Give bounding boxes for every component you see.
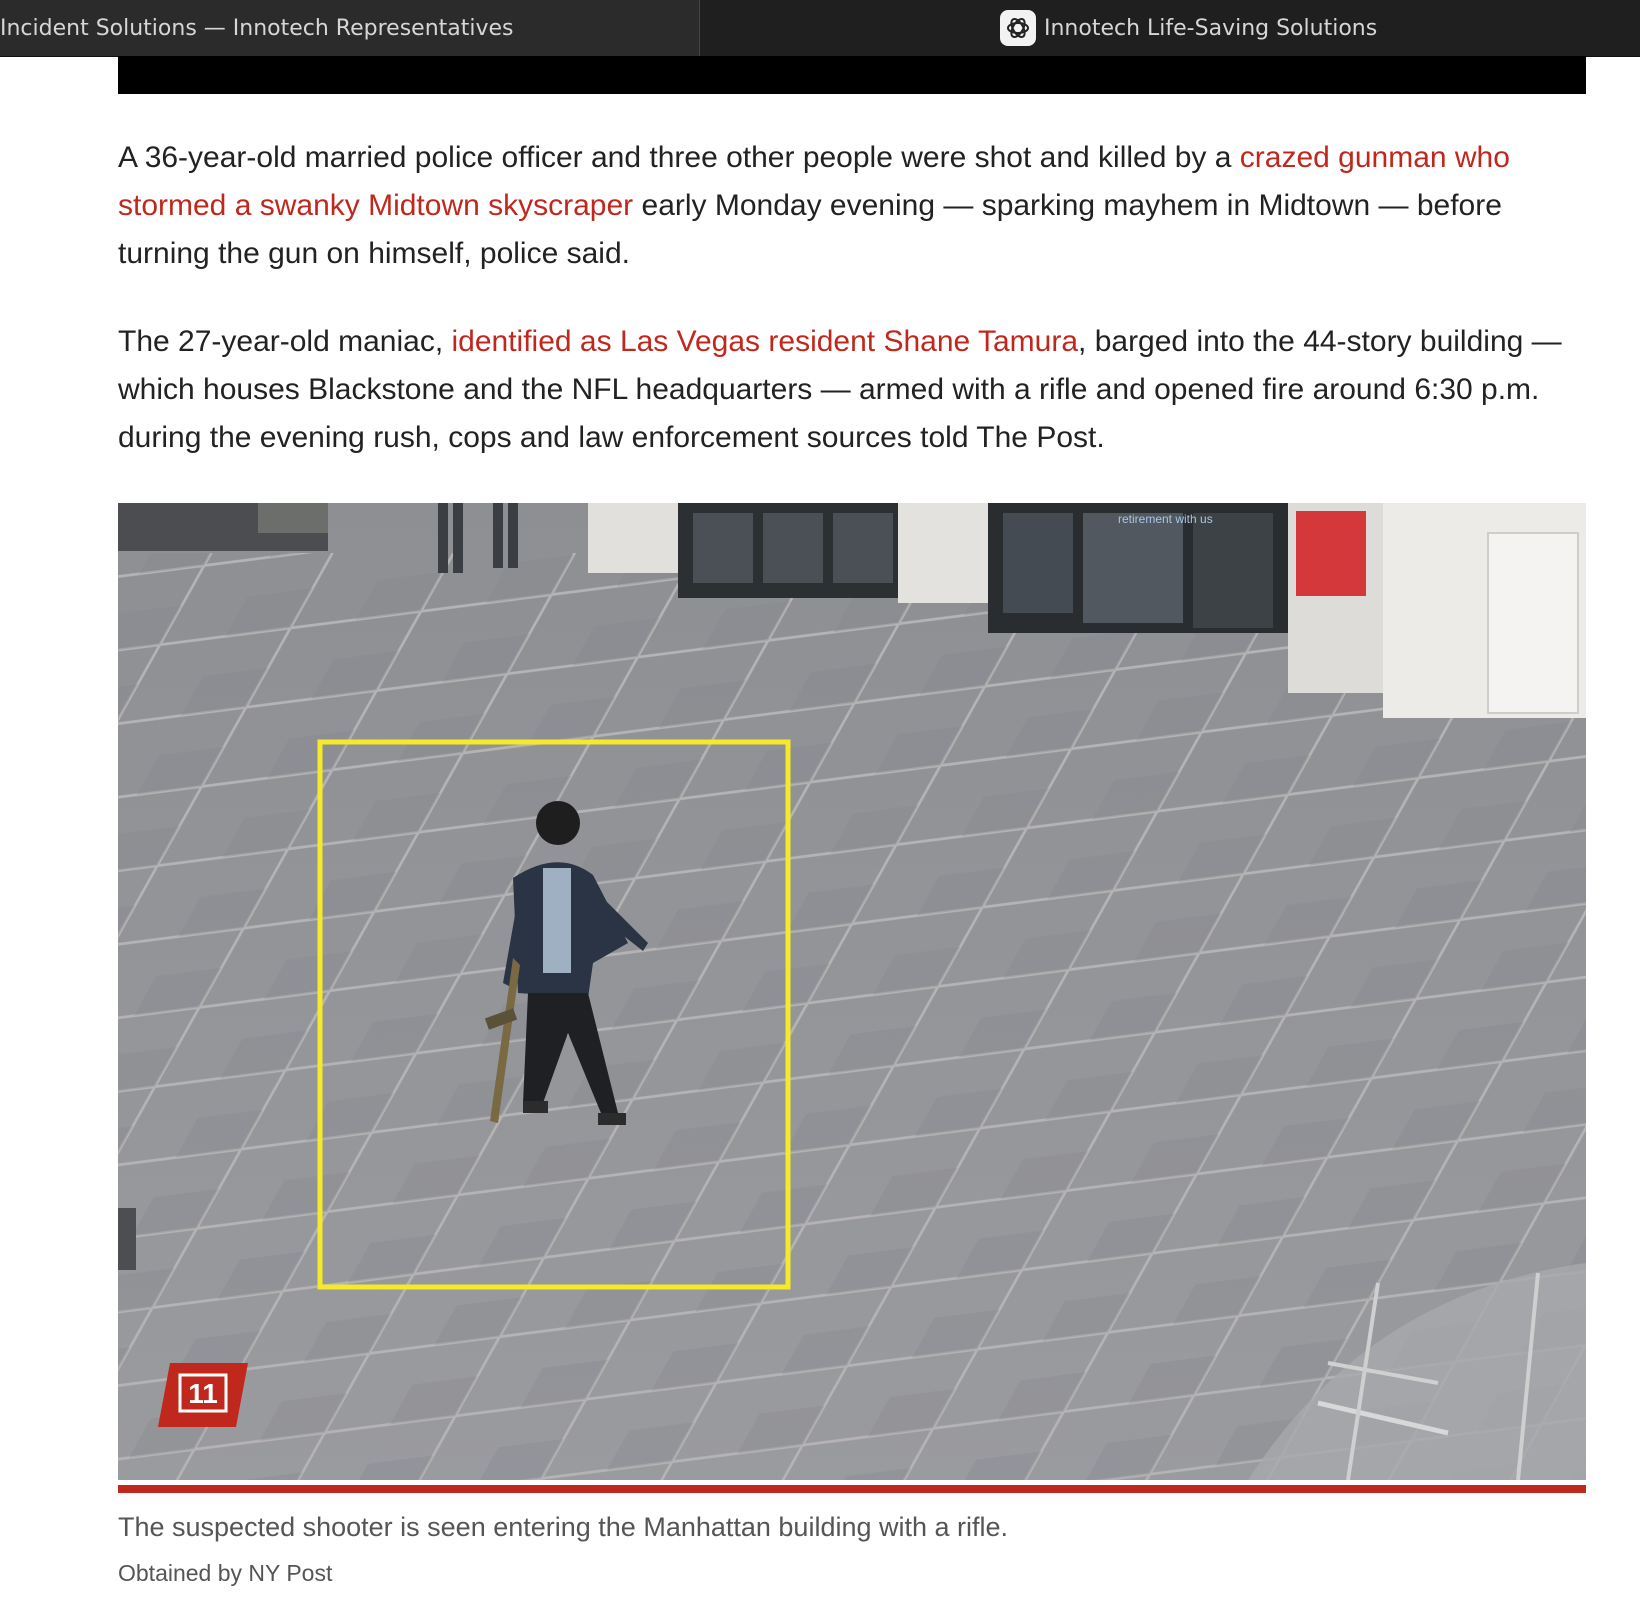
tab-incident-solutions[interactable]: Incident Solutions — Innotech Representa… <box>0 0 700 56</box>
article-link-shane-tamura[interactable]: identified as Las Vegas resident Shane T… <box>452 325 1079 358</box>
surveillance-photo-illustration: retirement with us 11 <box>118 503 1586 1480</box>
paragraph-text: A 36-year-old married police officer and… <box>118 141 1240 174</box>
gallery-count-badge[interactable]: 11 <box>158 1363 248 1427</box>
caption-divider <box>118 1485 1586 1493</box>
bollard <box>118 1208 136 1270</box>
tab-title: Incident Solutions — Innotech Representa… <box>0 15 514 41</box>
article-paragraph-1: A 36-year-old married police officer and… <box>118 134 1588 278</box>
photo-caption: The suspected shooter is seen entering t… <box>118 1512 1009 1542</box>
photo-credit: Obtained by NY Post <box>118 1560 333 1586</box>
storefront-sign: retirement with us <box>1118 512 1213 526</box>
gallery-count: 11 <box>188 1378 218 1409</box>
paragraph-text: The 27-year-old maniac, <box>118 325 452 358</box>
openai-logo-icon <box>1000 10 1036 46</box>
tab-title: Innotech Life-Saving Solutions <box>1044 15 1378 41</box>
tab-innotech-life-saving[interactable]: Innotech Life-Saving Solutions <box>700 0 1640 56</box>
planter <box>258 503 328 533</box>
surveillance-photo[interactable]: retirement with us 11 <box>118 503 1586 1480</box>
article-paragraph-2: The 27-year-old maniac, identified as La… <box>118 318 1588 462</box>
media-player-bottom-edge <box>118 56 1586 94</box>
browser-tab-bar: Incident Solutions — Innotech Representa… <box>0 0 1640 57</box>
